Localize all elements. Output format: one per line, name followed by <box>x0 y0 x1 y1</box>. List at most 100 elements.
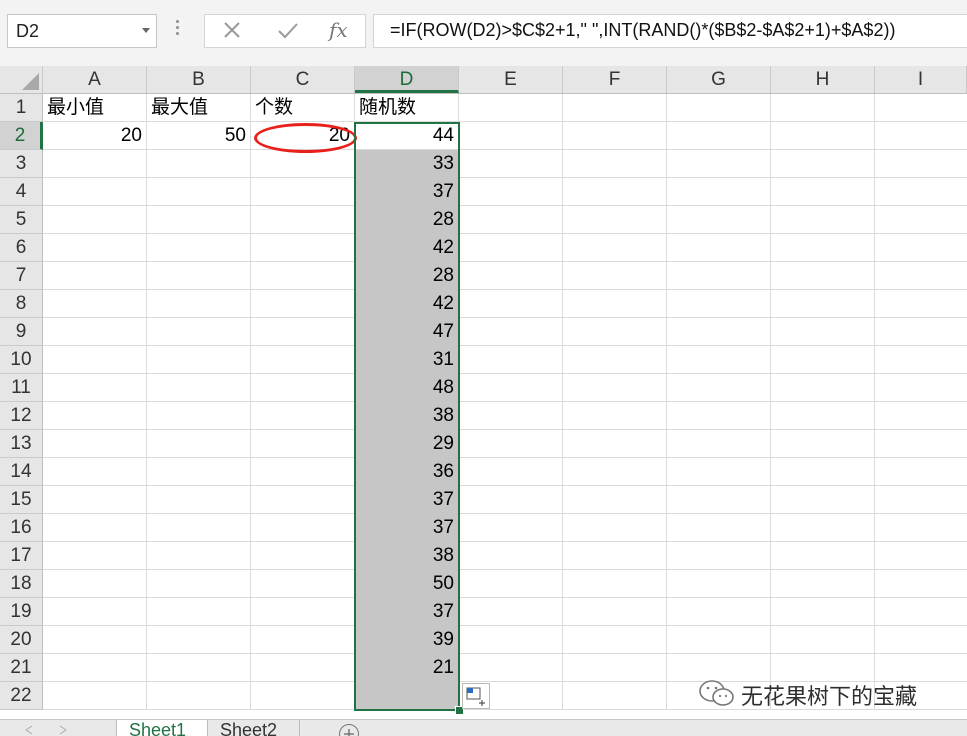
cell-a7[interactable] <box>43 262 147 290</box>
cell-g20[interactable] <box>667 626 771 654</box>
close-icon[interactable] <box>213 17 253 45</box>
cell-g17[interactable] <box>667 542 771 570</box>
cell-c4[interactable] <box>251 178 355 206</box>
cell-b3[interactable] <box>147 150 251 178</box>
cell-e17[interactable] <box>459 542 563 570</box>
cell-b21[interactable] <box>147 654 251 682</box>
cell-i4[interactable] <box>875 178 967 206</box>
cell-i14[interactable] <box>875 458 967 486</box>
cell-d15[interactable]: 37 <box>355 486 459 514</box>
cell-a4[interactable] <box>43 178 147 206</box>
cell-h20[interactable] <box>771 626 875 654</box>
cell-f13[interactable] <box>563 430 667 458</box>
row-header-22[interactable]: 22 <box>0 682 43 710</box>
cell-a16[interactable] <box>43 514 147 542</box>
tab-sheet1[interactable]: Sheet1 <box>116 720 208 736</box>
cell-i3[interactable] <box>875 150 967 178</box>
cell-i6[interactable] <box>875 234 967 262</box>
cell-c9[interactable] <box>251 318 355 346</box>
cell-d10[interactable]: 31 <box>355 346 459 374</box>
cell-d11[interactable]: 48 <box>355 374 459 402</box>
cell-g16[interactable] <box>667 514 771 542</box>
cell-g18[interactable] <box>667 570 771 598</box>
cell-h5[interactable] <box>771 206 875 234</box>
row-header-5[interactable]: 5 <box>0 206 43 234</box>
cell-g5[interactable] <box>667 206 771 234</box>
cell-i21[interactable] <box>875 654 967 682</box>
cell-e18[interactable] <box>459 570 563 598</box>
cell-i11[interactable] <box>875 374 967 402</box>
cell-f10[interactable] <box>563 346 667 374</box>
cell-i16[interactable] <box>875 514 967 542</box>
cell-h6[interactable] <box>771 234 875 262</box>
row-header-13[interactable]: 13 <box>0 430 43 458</box>
cell-b14[interactable] <box>147 458 251 486</box>
cell-a3[interactable] <box>43 150 147 178</box>
cell-c14[interactable] <box>251 458 355 486</box>
cell-b1[interactable]: 最大值 <box>147 94 251 122</box>
cell-c21[interactable] <box>251 654 355 682</box>
cell-a19[interactable] <box>43 598 147 626</box>
cell-c19[interactable] <box>251 598 355 626</box>
cell-d1[interactable]: 随机数 <box>355 94 459 122</box>
cell-h21[interactable] <box>771 654 875 682</box>
cell-e13[interactable] <box>459 430 563 458</box>
column-header-g[interactable]: G <box>667 66 771 93</box>
cell-h10[interactable] <box>771 346 875 374</box>
cell-d16[interactable]: 37 <box>355 514 459 542</box>
cell-e8[interactable] <box>459 290 563 318</box>
row-header-19[interactable]: 19 <box>0 598 43 626</box>
cell-c12[interactable] <box>251 402 355 430</box>
cell-c11[interactable] <box>251 374 355 402</box>
cell-h16[interactable] <box>771 514 875 542</box>
cell-g1[interactable] <box>667 94 771 122</box>
cell-g7[interactable] <box>667 262 771 290</box>
cell-e12[interactable] <box>459 402 563 430</box>
cell-f6[interactable] <box>563 234 667 262</box>
cell-a12[interactable] <box>43 402 147 430</box>
cell-h9[interactable] <box>771 318 875 346</box>
cell-f17[interactable] <box>563 542 667 570</box>
row-header-10[interactable]: 10 <box>0 346 43 374</box>
cell-c5[interactable] <box>251 206 355 234</box>
cell-e9[interactable] <box>459 318 563 346</box>
cell-g19[interactable] <box>667 598 771 626</box>
cell-d13[interactable]: 29 <box>355 430 459 458</box>
cell-d19[interactable]: 37 <box>355 598 459 626</box>
row-header-4[interactable]: 4 <box>0 178 43 206</box>
cell-c1[interactable]: 个数 <box>251 94 355 122</box>
cell-a11[interactable] <box>43 374 147 402</box>
row-header-21[interactable]: 21 <box>0 654 43 682</box>
cell-d17[interactable]: 38 <box>355 542 459 570</box>
cell-g9[interactable] <box>667 318 771 346</box>
cell-e7[interactable] <box>459 262 563 290</box>
row-header-9[interactable]: 9 <box>0 318 43 346</box>
cell-f22[interactable] <box>563 682 667 710</box>
cell-c3[interactable] <box>251 150 355 178</box>
cell-c22[interactable] <box>251 682 355 710</box>
cell-i12[interactable] <box>875 402 967 430</box>
cell-a13[interactable] <box>43 430 147 458</box>
cell-c15[interactable] <box>251 486 355 514</box>
cell-e3[interactable] <box>459 150 563 178</box>
row-header-1[interactable]: 1 <box>0 94 43 122</box>
cell-f14[interactable] <box>563 458 667 486</box>
cell-a5[interactable] <box>43 206 147 234</box>
cell-f20[interactable] <box>563 626 667 654</box>
cell-b13[interactable] <box>147 430 251 458</box>
cell-h1[interactable] <box>771 94 875 122</box>
cell-i17[interactable] <box>875 542 967 570</box>
row-header-2[interactable]: 2 <box>0 122 43 150</box>
cell-d20[interactable]: 39 <box>355 626 459 654</box>
cell-i1[interactable] <box>875 94 967 122</box>
column-header-b[interactable]: B <box>147 66 251 93</box>
name-box[interactable]: D2 <box>7 14 157 48</box>
sheet-nav-arrows[interactable] <box>18 723 78 735</box>
cell-g3[interactable] <box>667 150 771 178</box>
cell-h2[interactable] <box>771 122 875 150</box>
cell-b11[interactable] <box>147 374 251 402</box>
select-all-button[interactable] <box>0 66 43 93</box>
cell-a15[interactable] <box>43 486 147 514</box>
row-header-3[interactable]: 3 <box>0 150 43 178</box>
row-header-15[interactable]: 15 <box>0 486 43 514</box>
